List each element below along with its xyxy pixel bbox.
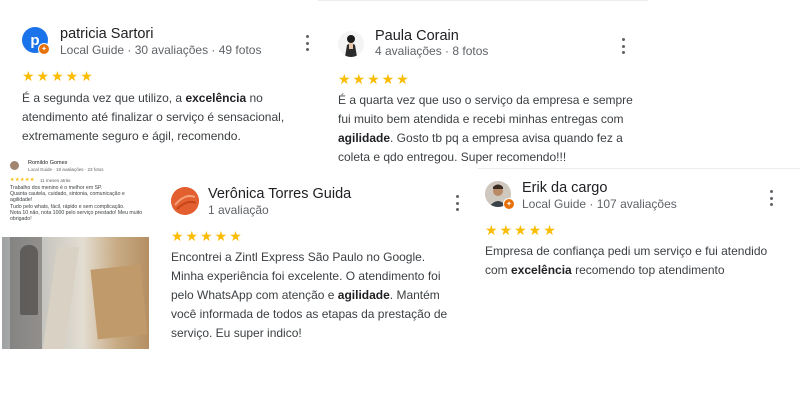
avatar: [10, 161, 19, 170]
review-card: Paula Corain 4 avaliações · 8 fotos ★★★★…: [318, 0, 648, 168]
reviewer-name[interactable]: Paula Corain: [375, 28, 459, 44]
avatar[interactable]: [171, 187, 199, 215]
local-guide-badge-icon: ✦: [38, 43, 50, 55]
orange-photo-icon: [171, 187, 199, 215]
review-text: Trabalho dos menino é o melhor em SP. Qu…: [10, 185, 143, 223]
review-text: É a quarta vez que uso o serviço da empr…: [338, 93, 633, 164]
reviewer-name[interactable]: Verônica Torres Guida: [208, 186, 351, 202]
kebab-menu-icon[interactable]: [304, 35, 310, 51]
reviewer-meta: 1 avaliação: [208, 203, 269, 217]
reviewer-meta: Local Guide · 18 avaliações · 23 fotos: [28, 167, 104, 172]
review-date: 11 meses atrás: [40, 178, 71, 183]
star-rating: ★★★★★: [338, 71, 411, 87]
reviewer-meta: 4 avaliações · 8 fotos: [375, 44, 489, 58]
review-card: p ✦ patricia Sartori Local Guide · 30 av…: [0, 0, 318, 160]
kebab-menu-icon[interactable]: [768, 190, 774, 206]
review-text: Encontrei a Zintl Express São Paulo no G…: [171, 250, 448, 340]
review-text: Empresa de confiança pedi um serviço e f…: [485, 244, 768, 277]
star-rating: ★★★★★: [485, 222, 558, 238]
kebab-menu-icon[interactable]: [620, 38, 626, 54]
reviewer-name[interactable]: patricia Sartori: [60, 26, 153, 42]
reviewer-meta: Local Guide · 30 avaliações · 49 fotos: [60, 43, 262, 57]
star-rating: ★★★★★: [22, 68, 95, 84]
reviewer-name[interactable]: Erik da cargo: [522, 180, 607, 196]
review-card: ✦ Erik da cargo Local Guide · 107 avalia…: [478, 168, 800, 288]
avatar[interactable]: [338, 31, 364, 57]
review-photo[interactable]: [2, 237, 149, 349]
person-photo-icon: [345, 35, 357, 57]
reviewer-name: Romildo Gomes: [28, 160, 68, 166]
embedded-review-screenshot: Romildo Gomes Local Guide · 18 avaliaçõe…: [2, 157, 149, 349]
kebab-menu-icon[interactable]: [454, 195, 460, 211]
local-guide-badge-icon: ✦: [503, 198, 515, 210]
reviewer-meta: Local Guide · 107 avaliações: [522, 197, 677, 211]
star-rating: ★★★★★: [10, 177, 35, 183]
review-card: Verônica Torres Guida 1 avaliação ★★★★★ …: [150, 168, 475, 360]
review-text: É a segunda vez que utilizo, a excelênci…: [22, 91, 285, 143]
star-rating: ★★★★★: [171, 228, 244, 244]
